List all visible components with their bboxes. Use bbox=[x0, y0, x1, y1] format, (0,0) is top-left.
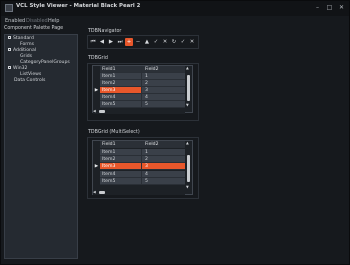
column-header-field2[interactable]: Field2 bbox=[142, 66, 185, 73]
nav-prior-icon[interactable]: ◀ bbox=[98, 38, 106, 46]
nav-delete-icon[interactable]: − bbox=[134, 38, 142, 46]
column-header-field1[interactable]: Field1 bbox=[100, 141, 142, 148]
nav-refresh-icon[interactable]: ↻ bbox=[170, 38, 178, 46]
nav-cancel-updates-icon[interactable]: ✕ bbox=[188, 38, 196, 46]
scroll-up-icon[interactable]: ▲ bbox=[186, 141, 189, 145]
row-indicator-icon: ▶ bbox=[94, 88, 99, 93]
table-row[interactable]: Item2 2 bbox=[93, 156, 185, 163]
db-grid[interactable]: Field1 Field2 Item1 1 Item2 2 ▶ Item3 3 … bbox=[92, 65, 193, 114]
row-indicator-icon: ▶ bbox=[94, 164, 99, 169]
nav-edit-icon[interactable]: ▲ bbox=[143, 38, 151, 46]
scroll-thumb[interactable] bbox=[99, 110, 105, 113]
nav-first-icon[interactable]: ⏮ bbox=[89, 38, 97, 46]
table-row[interactable]: Item5 5 bbox=[93, 101, 185, 108]
palette-tree: Standard Forms Additional Grids Category… bbox=[4, 34, 78, 259]
table-row-selected[interactable]: ▶ Item3 3 bbox=[93, 87, 185, 94]
table-row[interactable]: Item4 4 bbox=[93, 171, 185, 178]
scroll-thumb[interactable] bbox=[187, 75, 190, 101]
title-bar: VCL Style Viewer - Material Black Pearl … bbox=[1, 1, 349, 16]
scroll-thumb[interactable] bbox=[187, 155, 190, 182]
table-row[interactable]: Item4 4 bbox=[93, 94, 185, 101]
close-button[interactable]: ✕ bbox=[337, 3, 346, 12]
tree-item-data-controls[interactable]: Data Controls bbox=[14, 78, 45, 84]
scroll-down-icon[interactable]: ▼ bbox=[186, 103, 189, 107]
app-window: VCL Style Viewer - Material Black Pearl … bbox=[0, 0, 350, 265]
grid-header-row: Field1 Field2 bbox=[93, 141, 185, 148]
table-row[interactable]: Item1 1 bbox=[93, 73, 185, 80]
nav-next-icon[interactable]: ▶ bbox=[107, 38, 115, 46]
column-header-field1[interactable]: Field1 bbox=[100, 66, 142, 73]
scroll-down-icon[interactable]: ▼ bbox=[186, 185, 189, 189]
minimize-button[interactable]: – bbox=[313, 3, 322, 12]
vertical-scrollbar[interactable]: ▲ ▼ bbox=[185, 66, 192, 108]
menu-disabled[interactable]: Disabled bbox=[26, 18, 48, 24]
vertical-scrollbar[interactable]: ▲ ▼ bbox=[185, 141, 192, 190]
grid2-label: TDBGrid (MultiSelect) bbox=[88, 130, 140, 135]
scroll-up-icon[interactable]: ▲ bbox=[186, 66, 189, 70]
maximize-button[interactable]: □ bbox=[325, 3, 334, 12]
nav-insert-icon[interactable]: + bbox=[125, 38, 133, 46]
scroll-left-icon[interactable]: ◀ bbox=[93, 109, 96, 113]
scroll-left-icon[interactable]: ◀ bbox=[93, 190, 96, 194]
menu-bar: Enabled Disabled Help bbox=[1, 16, 349, 26]
db-grid-multiselect[interactable]: Field1 Field2 Item1 1 Item2 2 ▶ Item3 3 … bbox=[92, 140, 193, 195]
app-icon bbox=[5, 4, 13, 12]
table-row[interactable]: Item1 1 bbox=[93, 149, 185, 156]
nav-post-icon[interactable]: ✓ bbox=[152, 38, 160, 46]
tree-expand-icon[interactable] bbox=[8, 66, 11, 69]
tree-expand-icon[interactable] bbox=[8, 48, 11, 51]
table-row[interactable]: Item5 5 bbox=[93, 178, 185, 185]
palette-caption: Component Palette Page bbox=[4, 26, 64, 31]
tree-expand-icon[interactable] bbox=[8, 36, 11, 39]
menu-help[interactable]: Help bbox=[48, 18, 59, 24]
column-header-field2[interactable]: Field2 bbox=[142, 141, 185, 148]
window-title: VCL Style Viewer - Material Black Pearl … bbox=[16, 3, 141, 9]
navigator-label: TDBNavigator bbox=[88, 29, 122, 34]
grid-header-row: Field1 Field2 bbox=[93, 66, 185, 73]
horizontal-scrollbar[interactable]: ◀ bbox=[93, 189, 185, 195]
nav-cancel-icon[interactable]: ✕ bbox=[161, 38, 169, 46]
grid1-label: TDBGrid bbox=[88, 56, 108, 61]
table-row-selected[interactable]: ▶ Item3 3 bbox=[93, 163, 185, 170]
table-row[interactable]: Item2 2 bbox=[93, 80, 185, 87]
menu-enabled[interactable]: Enabled bbox=[5, 18, 25, 24]
nav-apply-updates-icon[interactable]: ✓ bbox=[179, 38, 187, 46]
scroll-thumb[interactable] bbox=[99, 191, 105, 194]
nav-last-icon[interactable]: ⏭ bbox=[116, 38, 124, 46]
horizontal-scrollbar[interactable]: ◀ bbox=[93, 108, 185, 114]
